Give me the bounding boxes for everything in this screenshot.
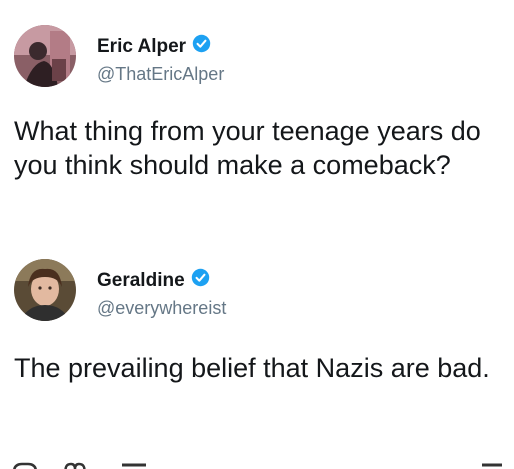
verified-badge-icon xyxy=(192,34,211,59)
tweet-action-bar xyxy=(0,458,514,469)
tweet-text: What thing from your teenage years do yo… xyxy=(14,116,481,180)
handle[interactable]: @ThatEricAlper xyxy=(97,64,224,85)
handle[interactable]: @everywhereist xyxy=(97,298,226,319)
tweet-text: The prevailing belief that Nazis are bad… xyxy=(14,353,490,383)
avatar[interactable] xyxy=(14,259,76,321)
avatar-photo-icon xyxy=(14,25,76,87)
avatar-photo-icon xyxy=(14,259,76,321)
verified-badge-icon xyxy=(191,268,210,293)
author-name-row: Eric Alper xyxy=(97,34,211,59)
author-name-row: Geraldine xyxy=(97,268,210,293)
display-name[interactable]: Eric Alper xyxy=(97,36,186,58)
avatar[interactable] xyxy=(14,25,76,87)
reply-icon[interactable] xyxy=(12,462,38,469)
like-icon[interactable] xyxy=(62,462,88,469)
share-icon[interactable] xyxy=(120,462,148,469)
display-name[interactable]: Geraldine xyxy=(97,270,185,292)
more-icon[interactable] xyxy=(480,462,504,469)
